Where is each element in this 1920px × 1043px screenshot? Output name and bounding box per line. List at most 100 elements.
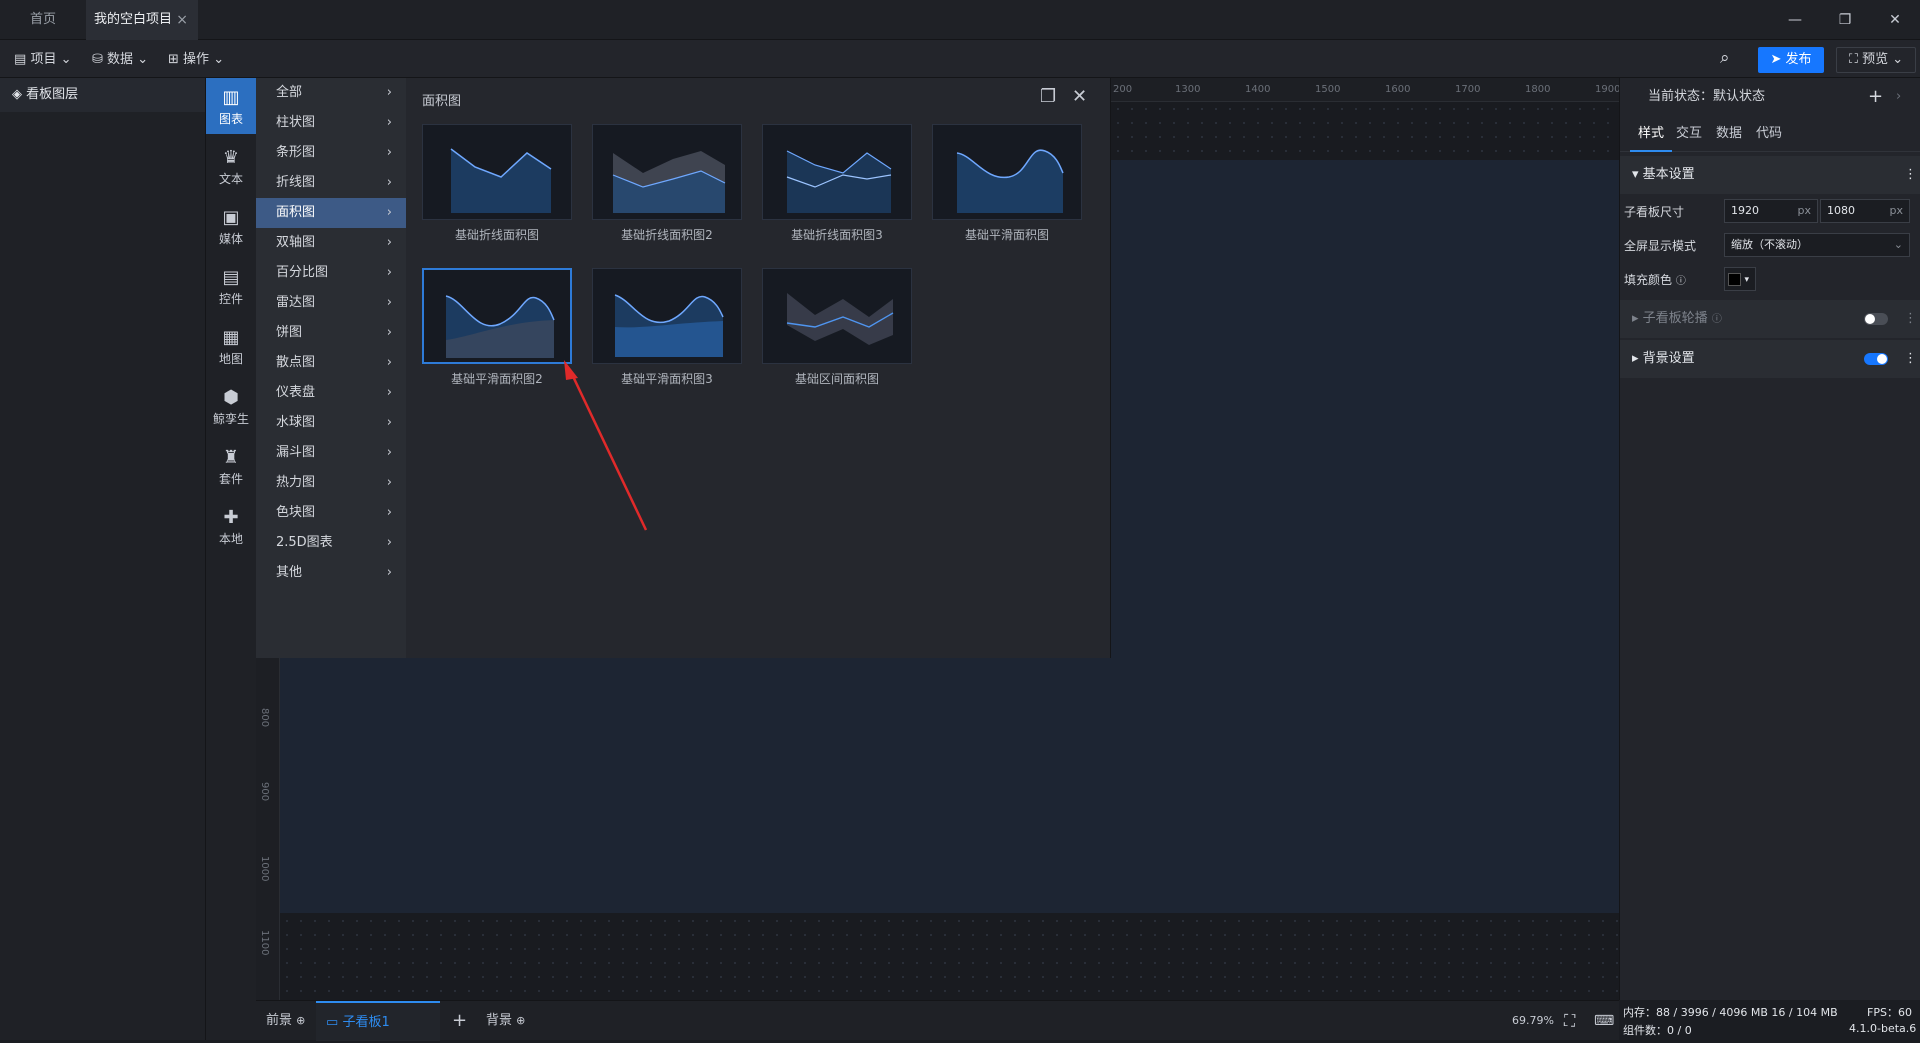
fill-color-picker[interactable]: ▾ bbox=[1724, 267, 1756, 291]
iconbar-item-twin[interactable]: ⬢ 鲸孪生 bbox=[206, 378, 256, 434]
category-funnel[interactable]: 漏斗图 › bbox=[256, 438, 406, 468]
data-label: 数据 bbox=[107, 52, 134, 67]
section-background[interactable]: ▸ 背景设置 ⋮ bbox=[1620, 340, 1920, 378]
chart-thumbnail[interactable] bbox=[422, 124, 572, 220]
canvas-grid bbox=[1111, 102, 1619, 158]
category-bar[interactable]: 条形图 › bbox=[256, 138, 406, 168]
category-percent[interactable]: 百分比图 › bbox=[256, 258, 406, 288]
fit-screen-icon[interactable]: ⛶ bbox=[1564, 1001, 1575, 1041]
chart-thumbnail[interactable] bbox=[762, 124, 912, 220]
chevron-right-icon[interactable]: › bbox=[1896, 78, 1901, 116]
zoom-level[interactable]: 69.79% bbox=[1512, 1001, 1554, 1041]
category-line[interactable]: 折线图 › bbox=[256, 168, 406, 198]
close-icon[interactable]: ✕ bbox=[1072, 86, 1087, 107]
add-circle-icon[interactable]: ⊕ bbox=[296, 1014, 305, 1027]
keyboard-icon[interactable]: ⌨ bbox=[1594, 1001, 1614, 1041]
search-icon[interactable]: ⌕ bbox=[1720, 47, 1730, 69]
restore-icon[interactable]: ❐ bbox=[1820, 0, 1870, 40]
tab-data[interactable]: 数据 bbox=[1716, 116, 1742, 152]
category-column[interactable]: 柱状图 › bbox=[256, 108, 406, 138]
iconbar-item-local[interactable]: ✚ 本地 bbox=[206, 498, 256, 554]
category-dual-axis[interactable]: 双轴图 › bbox=[256, 228, 406, 258]
fullscreen-label: 全屏显示模式 bbox=[1624, 239, 1697, 253]
ruler-tick: 800 bbox=[259, 708, 270, 728]
category-area[interactable]: 面积图 › bbox=[256, 198, 406, 228]
bottom-bar: 前景 ⊕ ▭ 子看板1 + 背景 ⊕ 69.79% ⛶ ⌨ bbox=[256, 1000, 1619, 1041]
smooth-area-2-thumb bbox=[445, 295, 555, 358]
category-radar[interactable]: 雷达图 › bbox=[256, 288, 406, 318]
chevron-down-icon: ⌄ bbox=[60, 52, 72, 67]
add-board-button[interactable]: + bbox=[452, 1001, 467, 1041]
category-all[interactable]: 全部 › bbox=[256, 78, 406, 108]
chart-thumbnail[interactable] bbox=[592, 124, 742, 220]
category-label: 条形图 bbox=[276, 145, 316, 160]
category-pie[interactable]: 饼图 › bbox=[256, 318, 406, 348]
data-menu[interactable]: ⛁ 数据 ⌄ bbox=[92, 49, 148, 71]
add-state-icon[interactable]: + bbox=[1868, 78, 1883, 116]
iconbar-item-map[interactable]: ▦ 地图 bbox=[206, 318, 256, 374]
properties-panel: 当前状态：默认状态 + › 样式 交互 数据 代码 ▾ 基本设置 ⋮ 子看板尺寸… bbox=[1619, 78, 1920, 1000]
ops-menu[interactable]: ⊞ 操作 ⌄ bbox=[168, 49, 224, 71]
width-input[interactable]: 1920 px bbox=[1724, 199, 1818, 223]
fill-label: 填充颜色 ⓘ bbox=[1624, 271, 1686, 288]
board-tab[interactable]: ▭ 子看板1 bbox=[316, 1001, 440, 1041]
chart-thumbnail[interactable] bbox=[762, 268, 912, 364]
board-stage-lower[interactable] bbox=[280, 658, 1619, 913]
preview-button[interactable]: ⛶ 预览 ⌄ bbox=[1836, 47, 1916, 73]
tab-home[interactable]: 首页 bbox=[0, 0, 86, 40]
iconbar-item-text[interactable]: ♛ 文本 bbox=[206, 138, 256, 194]
minimize-icon[interactable]: — bbox=[1770, 0, 1820, 40]
chart-thumbnail[interactable] bbox=[932, 124, 1082, 220]
category-heatmap[interactable]: 热力图 › bbox=[256, 468, 406, 498]
popout-icon[interactable]: ❐ bbox=[1040, 86, 1056, 107]
chevron-right-icon: › bbox=[386, 505, 392, 520]
help-icon[interactable]: ⓘ bbox=[1676, 276, 1686, 287]
project-menu[interactable]: ▤ 项目 ⌄ bbox=[14, 49, 72, 71]
add-circle-icon[interactable]: ⊕ bbox=[516, 1014, 525, 1027]
section-basic[interactable]: ▾ 基本设置 ⋮ bbox=[1620, 156, 1920, 194]
chart-thumbnail[interactable] bbox=[592, 268, 742, 364]
background-toggle[interactable] bbox=[1864, 353, 1888, 365]
category-liquid[interactable]: 水球图 › bbox=[256, 408, 406, 438]
category-scatter[interactable]: 散点图 › bbox=[256, 348, 406, 378]
close-icon[interactable]: × bbox=[176, 0, 188, 40]
tab-code[interactable]: 代码 bbox=[1756, 116, 1782, 152]
layers-header[interactable]: ◈ 看板图层 bbox=[0, 78, 205, 112]
category-label: 雷达图 bbox=[276, 295, 316, 310]
thumbnail-label: 基础折线面积图3 bbox=[791, 228, 883, 242]
foreground-tab[interactable]: 前景 ⊕ bbox=[266, 1001, 305, 1041]
property-tabs: 样式 交互 数据 代码 bbox=[1620, 116, 1920, 152]
iconbar-item-chart[interactable]: ▥ 图表 bbox=[206, 78, 256, 134]
more-icon[interactable]: ⋮ bbox=[1904, 156, 1917, 194]
iconbar-item-widget[interactable]: ▤ 控件 bbox=[206, 258, 256, 314]
background-tab[interactable]: 背景 ⊕ bbox=[486, 1001, 525, 1041]
category-25d[interactable]: 2.5D图表 › bbox=[256, 528, 406, 558]
chevron-right-icon: › bbox=[386, 205, 392, 220]
window-close-icon[interactable]: ✕ bbox=[1870, 0, 1920, 40]
carousel-toggle[interactable] bbox=[1864, 313, 1888, 325]
category-menu: 全部 › 柱状图 › 条形图 › 折线图 › 面积图 › 双轴图 › 百分比图 › 雷达图 › … bbox=[256, 78, 406, 658]
preview-label: 预览 bbox=[1862, 52, 1889, 67]
chevron-down-icon: ⌄ bbox=[1892, 52, 1904, 67]
category-gauge[interactable]: 仪表盘 › bbox=[256, 378, 406, 408]
height-input[interactable]: 1080 px bbox=[1820, 199, 1910, 223]
publish-label: 发布 bbox=[1785, 52, 1812, 67]
more-icon[interactable]: ⋮ bbox=[1904, 300, 1917, 338]
publish-button[interactable]: ➤ 发布 bbox=[1758, 47, 1824, 73]
iconbar-item-media[interactable]: ▣ 媒体 bbox=[206, 198, 256, 254]
fullscreen-icon: ⛶ bbox=[1848, 52, 1858, 67]
caret-right-icon: ▸ bbox=[1632, 351, 1639, 366]
tab-interaction[interactable]: 交互 bbox=[1676, 116, 1702, 152]
section-carousel[interactable]: ▸ 子看板轮播 ⓘ ⋮ bbox=[1620, 300, 1920, 338]
more-icon[interactable]: ⋮ bbox=[1904, 340, 1917, 378]
category-other[interactable]: 其他 › bbox=[256, 558, 406, 588]
category-block[interactable]: 色块图 › bbox=[256, 498, 406, 528]
help-icon[interactable]: ⓘ bbox=[1712, 314, 1722, 325]
size-row: 子看板尺寸 1920 px 1080 px bbox=[1620, 196, 1920, 228]
fullscreen-select[interactable]: 缩放（不滚动） ⌄ bbox=[1724, 233, 1910, 257]
tab-project[interactable]: 我的空白项目 × bbox=[86, 0, 198, 40]
iconbar-item-kit[interactable]: ♜ 套件 bbox=[206, 438, 256, 494]
tab-style[interactable]: 样式 bbox=[1630, 116, 1673, 152]
state-selector[interactable]: 当前状态：默认状态 + › bbox=[1620, 78, 1920, 116]
chart-thumbnail-selected[interactable] bbox=[422, 268, 572, 364]
